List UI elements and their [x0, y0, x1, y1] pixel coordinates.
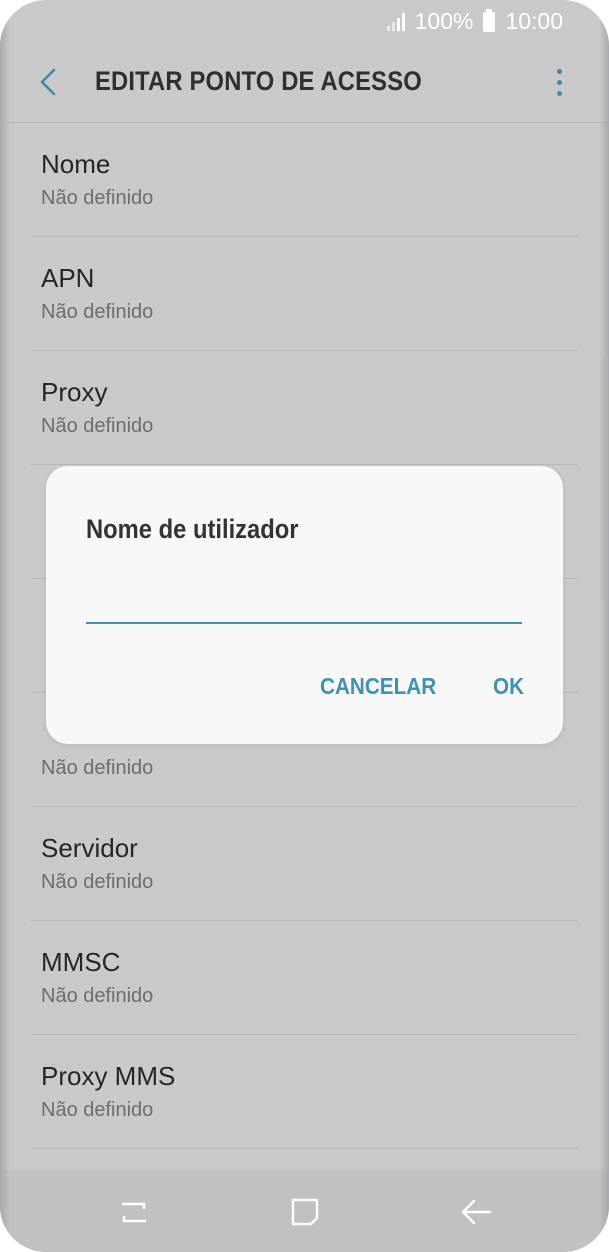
battery-percent: 100% [414, 8, 474, 34]
list-item-proxy[interactable]: Proxy Não definido [31, 351, 578, 465]
more-options-button[interactable] [547, 64, 571, 100]
more-vertical-icon [556, 68, 562, 74]
signal-icon [386, 12, 405, 31]
list-item-title: MMSC [41, 947, 121, 977]
list-item-title: Servidor [41, 833, 138, 863]
back-arrow-icon [461, 1199, 492, 1225]
list-item-server[interactable]: Servidor Não definido [31, 807, 578, 921]
scrollbar-thumb[interactable] [603, 355, 607, 600]
list-item-mmsc[interactable]: MMSC Não definido [31, 921, 578, 1035]
status-bar: 100% 10:00 [0, 0, 609, 44]
status-icons: 100% 10:00 [386, 8, 563, 35]
list-item-value: Não definido [41, 871, 154, 893]
chevron-left-icon [40, 68, 56, 96]
cancel-button[interactable]: CANCELAR [320, 673, 436, 700]
phone-screen: 100% 10:00 EDITAR PONTO DE ACESSO Nome N… [0, 0, 609, 1252]
screen-edge-left [0, 0, 10, 1252]
list-item-value: Não definido [41, 1099, 154, 1121]
list-item-title: Proxy [41, 377, 108, 407]
recent-apps-icon [122, 1202, 146, 1223]
nav-back-button[interactable] [456, 1192, 496, 1232]
list-item-value: Não definido [41, 415, 154, 437]
recent-apps-button[interactable] [114, 1192, 154, 1232]
back-button[interactable] [30, 62, 66, 102]
ok-button[interactable]: OK [493, 673, 524, 700]
page-title: EDITAR PONTO DE ACESSO [95, 66, 422, 96]
list-item-title: Proxy MMS [41, 1061, 176, 1091]
dialog-title: Nome de utilizador [86, 514, 299, 544]
app-bar: EDITAR PONTO DE ACESSO [0, 44, 609, 123]
list-item-value: Não definido [41, 301, 154, 323]
list-item-mms-proxy[interactable]: Proxy MMS Não definido [31, 1035, 578, 1149]
list-item-value: Não definido [41, 985, 154, 1007]
clock: 10:00 [505, 8, 563, 34]
list-item-title: APN [41, 263, 95, 293]
list-item-name[interactable]: Nome Não definido [31, 123, 578, 237]
navigation-bar [0, 1170, 609, 1252]
username-input[interactable] [86, 576, 522, 624]
username-dialog: Nome de utilizador CANCELAR OK [46, 466, 563, 744]
screen-edge-right [599, 0, 609, 1252]
home-icon [291, 1198, 319, 1226]
list-item-apn[interactable]: APN Não definido [31, 237, 578, 351]
home-button[interactable] [285, 1192, 325, 1232]
list-item-value: Não definido [41, 187, 154, 209]
list-item-title: Nome [41, 149, 111, 179]
battery-icon [483, 8, 496, 32]
list-item-value: Não definido [41, 757, 154, 779]
